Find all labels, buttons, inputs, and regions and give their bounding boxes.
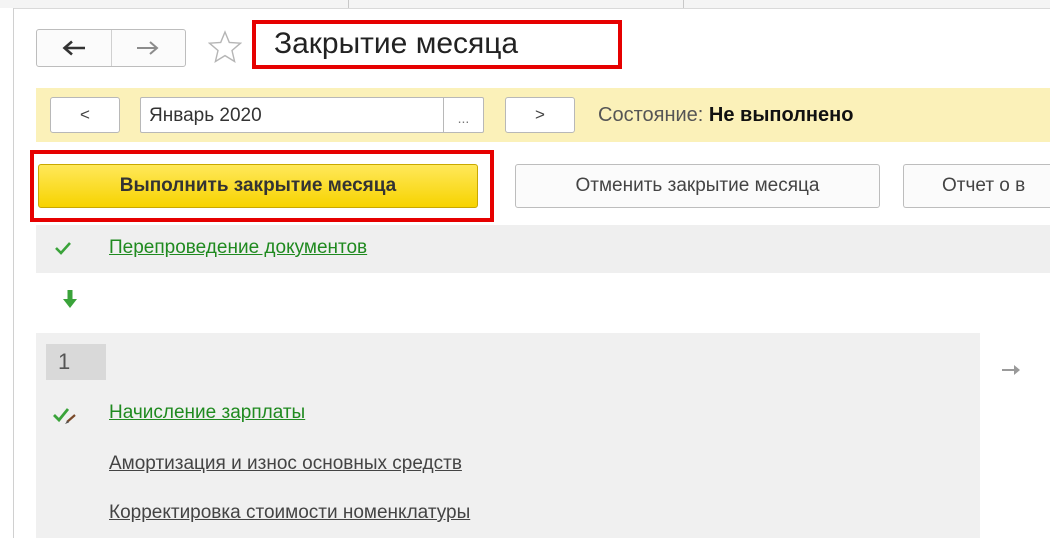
splitter xyxy=(683,0,684,8)
report-button[interactable]: Отчет о в xyxy=(903,164,1050,208)
period-field[interactable]: Январь 2020 ... xyxy=(140,97,484,133)
salary-accrual-link[interactable]: Начисление зарплаты xyxy=(109,402,305,424)
history-nav xyxy=(36,29,186,67)
execute-closing-button[interactable]: Выполнить закрытие месяца xyxy=(38,164,478,208)
period-select-button[interactable]: ... xyxy=(443,98,483,132)
repost-documents-link[interactable]: Перепроведение документов xyxy=(109,237,367,259)
splitter xyxy=(348,0,349,8)
window-left-edge xyxy=(0,8,14,538)
page-title: Закрытие месяца xyxy=(274,27,519,60)
arrow-right-icon xyxy=(1002,365,1020,375)
status: Состояние: Не выполнено xyxy=(598,104,853,127)
window-top-edge xyxy=(0,0,1050,9)
arrow-down-icon xyxy=(63,290,77,308)
month-closing-form: Закрытие месяца < Январь 2020 ... > Сост… xyxy=(0,0,1050,538)
star-icon[interactable] xyxy=(208,30,242,64)
depreciation-link[interactable]: Амортизация и износ основных средств xyxy=(109,453,462,475)
cost-adjustment-link[interactable]: Корректировка стоимости номенклатуры xyxy=(109,502,470,524)
check-icon xyxy=(55,242,71,255)
status-label: Состояние: xyxy=(598,104,704,126)
period-value: Январь 2020 xyxy=(149,105,262,126)
status-value: Не выполнено xyxy=(708,104,854,126)
arrow-right-icon xyxy=(137,41,159,55)
back-button[interactable] xyxy=(37,30,111,66)
cancel-closing-button[interactable]: Отменить закрытие месяца xyxy=(515,164,880,208)
check-edited-icon xyxy=(53,408,76,424)
next-period-button[interactable]: > xyxy=(505,97,575,133)
stage-number: 1 xyxy=(46,344,106,380)
arrow-left-icon xyxy=(62,40,85,56)
forward-button[interactable] xyxy=(110,30,186,66)
prev-period-button[interactable]: < xyxy=(50,97,120,133)
